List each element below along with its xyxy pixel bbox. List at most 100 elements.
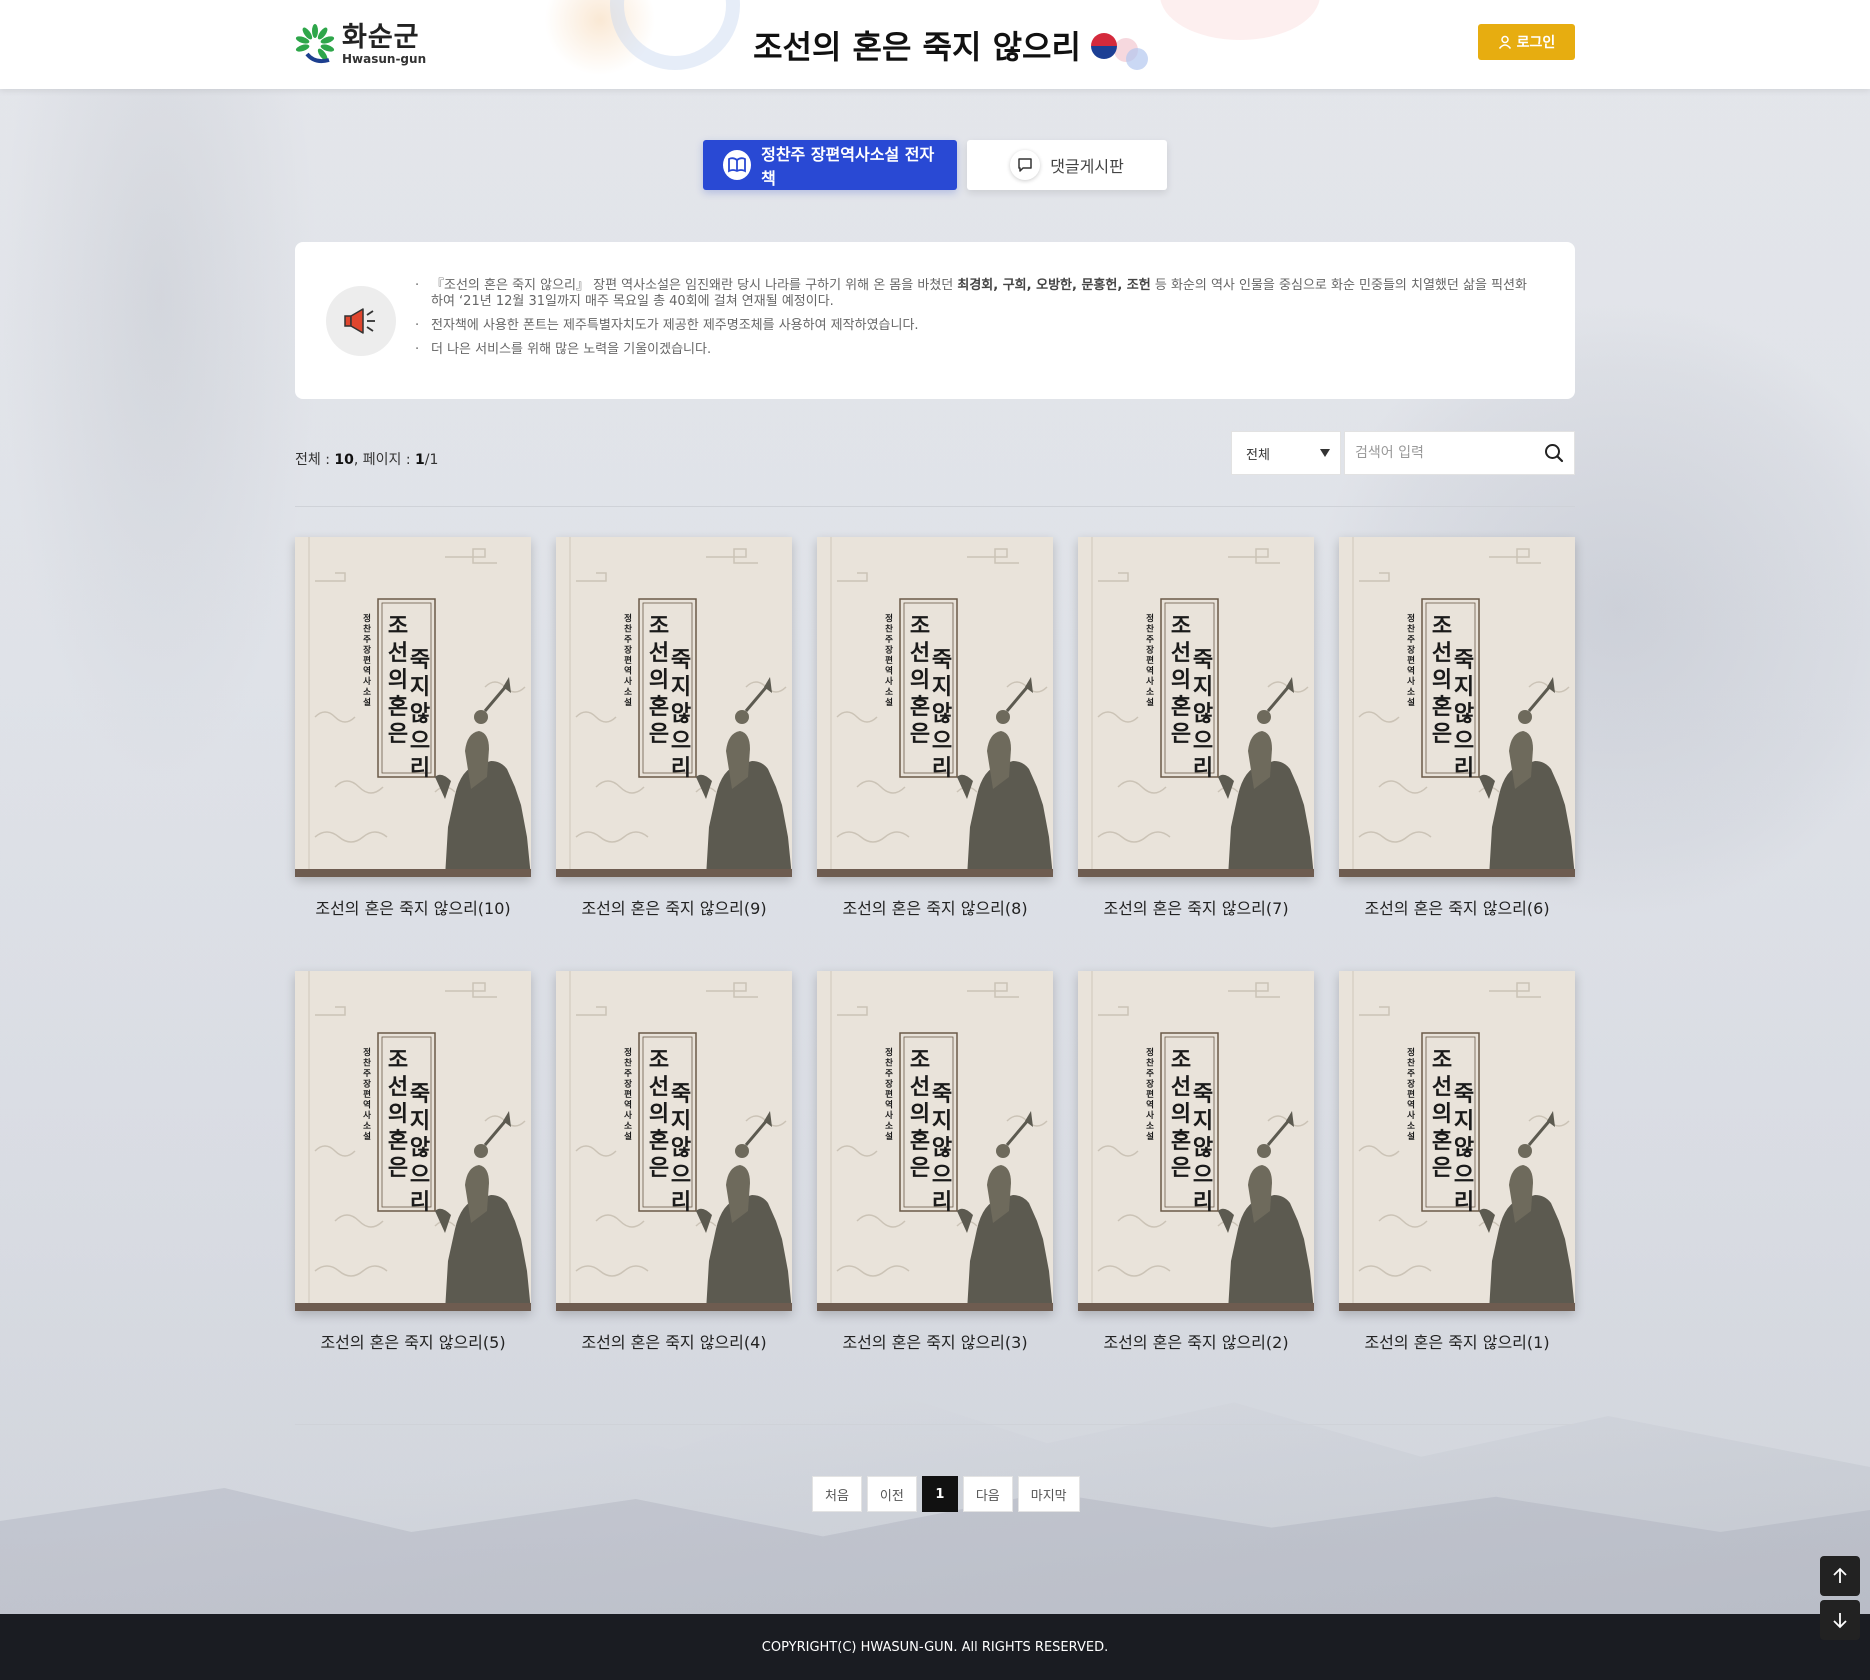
- tab-ebook[interactable]: 정찬주 장편역사소설 전자책: [703, 140, 957, 190]
- svg-text:의: 의: [1432, 667, 1452, 693]
- svg-text:선: 선: [388, 1074, 408, 1100]
- svg-text:역: 역: [363, 1100, 371, 1111]
- speech-bubble-icon: [1010, 150, 1041, 180]
- book-title: 조선의 혼은 죽지 않으리(3): [842, 1333, 1028, 1352]
- svg-text:정: 정: [1407, 1047, 1415, 1058]
- svg-text:정: 정: [1146, 1047, 1154, 1058]
- svg-text:편: 편: [1146, 1089, 1154, 1100]
- book-item[interactable]: 조선의혼은 죽지않으리 정찬주장편역사소설 조선의 혼은 죽지 않으리(2): [1078, 971, 1314, 1353]
- svg-text:정: 정: [624, 613, 632, 624]
- svg-text:주: 주: [363, 1069, 371, 1079]
- svg-text:설: 설: [1407, 697, 1415, 708]
- book-cover-image: 조선의혼은 죽지않으리 정찬주장편역사소설: [556, 537, 792, 877]
- svg-text:지: 지: [1193, 674, 1213, 700]
- arrow-up-icon: [1833, 1567, 1847, 1583]
- svg-text:으: 으: [1454, 728, 1474, 754]
- svg-text:리: 리: [410, 1189, 430, 1215]
- svg-text:찬: 찬: [1407, 624, 1415, 635]
- svg-text:편: 편: [1407, 655, 1415, 666]
- svg-text:혼: 혼: [910, 694, 930, 720]
- svg-text:소: 소: [363, 1122, 371, 1132]
- notice-text: 『조선의 혼은 죽지 않으리』 장편 역사소설은 임진왜란 당시 나라를 구하기…: [431, 278, 958, 293]
- svg-text:죽: 죽: [1454, 647, 1474, 673]
- svg-text:조: 조: [388, 1047, 408, 1073]
- svg-text:리: 리: [1193, 1189, 1213, 1215]
- arrow-down-icon: [1833, 1613, 1847, 1629]
- svg-text:은: 은: [649, 1155, 669, 1181]
- svg-text:역: 역: [624, 666, 632, 677]
- book-item[interactable]: 조선의혼은 죽지않으리 정찬주장편역사소설 조선의 혼은 죽지 않으리(7): [1078, 537, 1314, 919]
- book-item[interactable]: 조선의혼은 죽지않으리 정찬주장편역사소설 조선의 혼은 죽지 않으리(3): [817, 971, 1053, 1353]
- book-cover-image: 조선의혼은 죽지않으리 정찬주장편역사소설: [1339, 971, 1575, 1311]
- svg-text:정: 정: [1407, 613, 1415, 624]
- svg-text:소: 소: [1407, 1122, 1415, 1132]
- svg-text:장: 장: [363, 1079, 371, 1090]
- book-item[interactable]: 조선의혼은 죽지않으리 정찬주장편역사소설 조선의 혼은 죽지 않으리(5): [295, 971, 531, 1353]
- svg-text:설: 설: [1146, 697, 1154, 708]
- svg-text:죽: 죽: [1454, 1081, 1474, 1107]
- tab-comment-board-label: 댓글게시판: [1050, 157, 1124, 176]
- svg-text:리: 리: [932, 755, 952, 781]
- pagination-last-button[interactable]: 마지막: [1017, 1476, 1080, 1512]
- svg-text:장: 장: [885, 1079, 893, 1090]
- book-item[interactable]: 조선의혼은 죽지않으리 정찬주장편역사소설 조선의 혼은 죽지 않으리(9): [556, 537, 792, 919]
- svg-text:선: 선: [910, 1074, 930, 1100]
- svg-text:찬: 찬: [1146, 1058, 1154, 1069]
- megaphone-icon: [326, 286, 396, 356]
- svg-text:정: 정: [624, 1047, 632, 1058]
- tab-ebook-label: 정찬주 장편역사소설 전자책: [761, 145, 935, 188]
- pagination-prev-button[interactable]: 이전: [866, 1476, 917, 1512]
- book-item[interactable]: 조선의혼은 죽지않으리 정찬주장편역사소설 조선의 혼은 죽지 않으리(8): [817, 537, 1053, 919]
- svg-text:편: 편: [624, 1089, 632, 1100]
- book-item[interactable]: 조선의혼은 죽지않으리 정찬주장편역사소설 조선의 혼은 죽지 않으리(4): [556, 971, 792, 1353]
- login-button[interactable]: 로그인: [1478, 24, 1575, 60]
- book-title: 조선의 혼은 죽지 않으리(6): [1364, 899, 1550, 918]
- svg-text:않: 않: [932, 701, 952, 727]
- book-item[interactable]: 조선의혼은 죽지않으리 정찬주장편역사소설 조선의 혼은 죽지 않으리(6): [1339, 537, 1575, 919]
- search-icon[interactable]: [1544, 443, 1564, 463]
- svg-text:주: 주: [363, 635, 371, 645]
- scroll-bottom-button[interactable]: [1820, 1600, 1860, 1640]
- svg-text:소: 소: [363, 688, 371, 698]
- svg-text:설: 설: [363, 697, 371, 708]
- svg-text:으: 으: [932, 728, 952, 754]
- pagination-first-button[interactable]: 처음: [812, 1476, 862, 1512]
- book-title: 조선의 혼은 죽지 않으리(10): [315, 899, 511, 918]
- svg-text:않: 않: [671, 701, 691, 727]
- ebook-list: 조선의혼은 죽지않으리 정찬주장편역사소설 조선의 혼은 죽지 않으리(10) …: [295, 537, 1575, 1353]
- svg-text:정: 정: [1146, 613, 1154, 624]
- divider: [295, 506, 1575, 507]
- svg-text:역: 역: [624, 1100, 632, 1111]
- copyright-text: COPYRIGHT(C) HWASUN-GUN. All RIGHTS RESE…: [761, 1639, 1109, 1655]
- svg-text:리: 리: [932, 1189, 952, 1215]
- svg-text:의: 의: [649, 1101, 669, 1127]
- scroll-top-button[interactable]: [1820, 1556, 1860, 1596]
- tab-comment-board[interactable]: 댓글게시판: [967, 140, 1167, 190]
- content-tabs: 정찬주 장편역사소설 전자책 댓글게시판: [703, 140, 1167, 190]
- svg-text:주: 주: [1407, 635, 1415, 645]
- svg-text:지: 지: [671, 674, 691, 700]
- svg-text:리: 리: [1193, 755, 1213, 781]
- pagination-next-button[interactable]: 다음: [962, 1476, 1013, 1512]
- svg-text:은: 은: [388, 721, 408, 747]
- svg-text:설: 설: [624, 1131, 632, 1142]
- search-category-select[interactable]: 전체: [1231, 431, 1341, 475]
- search-input[interactable]: [1345, 432, 1535, 474]
- svg-text:지: 지: [1454, 1108, 1474, 1134]
- svg-text:으: 으: [410, 1162, 430, 1188]
- book-item[interactable]: 조선의혼은 죽지않으리 정찬주장편역사소설 조선의 혼은 죽지 않으리(1): [1339, 971, 1575, 1353]
- svg-text:선: 선: [1171, 1074, 1191, 1100]
- book-title: 조선의 혼은 죽지 않으리(7): [1103, 899, 1289, 918]
- svg-text:선: 선: [388, 640, 408, 666]
- notice-item: 전자책에 사용한 폰트는 제주특별자치도가 제공한 제주명조체를 사용하여 제작…: [415, 318, 1535, 334]
- book-item[interactable]: 조선의혼은 죽지않으리 정찬주장편역사소설 조선의 혼은 죽지 않으리(10): [295, 537, 531, 919]
- svg-text:편: 편: [363, 655, 371, 666]
- book-title: 조선의 혼은 죽지 않으리(4): [581, 1333, 767, 1352]
- site-header: 화순군 Hwasun-gun 조선의 혼은 죽지 않으리 로그인: [0, 0, 1870, 89]
- svg-text:편: 편: [1146, 655, 1154, 666]
- svg-text:지: 지: [410, 1108, 430, 1134]
- pagination-page-button[interactable]: 1: [921, 1476, 958, 1512]
- svg-text:찬: 찬: [885, 624, 893, 635]
- background-warrior-illustration: [0, 88, 320, 788]
- svg-text:정: 정: [363, 613, 371, 624]
